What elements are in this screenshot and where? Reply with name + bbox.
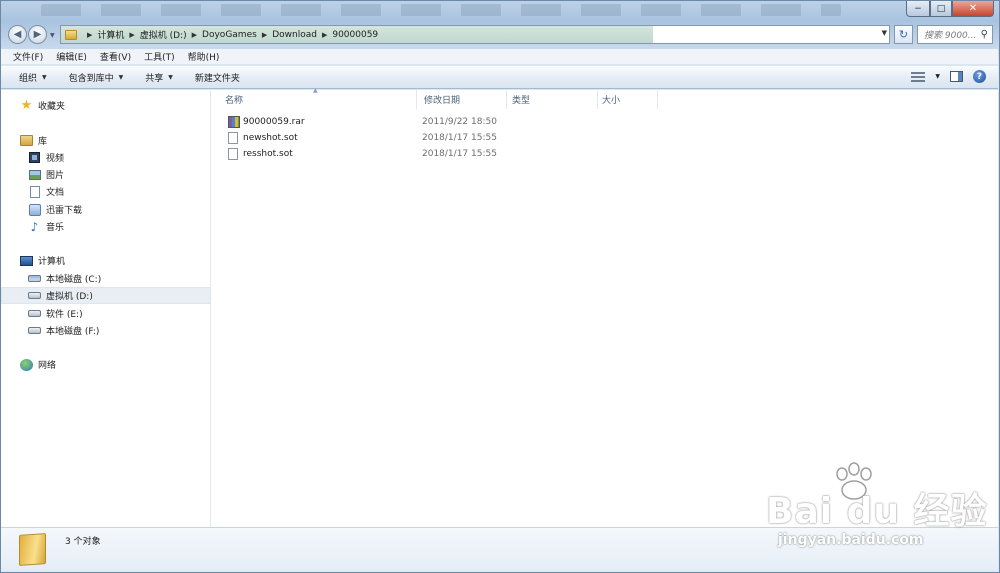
- sort-ascending-icon: ▲: [313, 87, 318, 94]
- command-bar: 组织 ▼ 包含到库中 ▼ 共享 ▼ 新建文件夹 ▼ ?: [1, 66, 998, 89]
- document-icon: [29, 185, 40, 198]
- file-row[interactable]: newshot.sot 2018/1/17 15:55: [213, 130, 585, 146]
- background-blur: [41, 4, 841, 16]
- drive-icon: [28, 292, 41, 299]
- folder-icon: [65, 29, 77, 40]
- rar-archive-icon: [228, 116, 240, 128]
- sidebar-item-music[interactable]: ♪ 音乐: [1, 218, 211, 235]
- menu-file[interactable]: 文件(F): [13, 50, 43, 63]
- chevron-right-icon[interactable]: ▶: [322, 31, 327, 39]
- back-arrow-icon: ◀: [13, 29, 22, 40]
- column-header-modified[interactable]: 修改日期: [417, 90, 507, 109]
- search-input[interactable]: 搜索 9000... ⚲: [917, 25, 993, 44]
- breadcrumb-current-folder[interactable]: 90000059: [332, 30, 378, 40]
- drive-icon: [28, 310, 41, 317]
- file-row[interactable]: 90000059.rar 2011/9/22 18:50: [213, 114, 585, 130]
- folder-icon: [19, 533, 46, 566]
- include-in-library-button[interactable]: 包含到库中 ▼: [69, 71, 124, 84]
- chevron-right-icon[interactable]: ▶: [192, 31, 197, 39]
- menu-view[interactable]: 查看(V): [100, 50, 131, 63]
- sidebar-item-network[interactable]: 网络: [1, 356, 211, 373]
- refresh-button[interactable]: ↻: [894, 25, 913, 44]
- minimize-button[interactable]: −: [906, 1, 930, 17]
- back-button[interactable]: ◀: [8, 25, 27, 44]
- computer-icon: [20, 255, 33, 266]
- sidebar-item-favorites[interactable]: ★ 收藏夹: [1, 97, 211, 114]
- chevron-down-icon: ▼: [118, 73, 124, 81]
- item-count: 3 个对象: [65, 537, 101, 547]
- picture-icon: [28, 169, 41, 180]
- forward-arrow-icon: ▶: [33, 29, 42, 40]
- file-row[interactable]: resshot.sot 2018/1/17 15:55: [213, 146, 585, 162]
- file-date: 2011/9/22 18:50: [422, 117, 497, 127]
- chevron-down-icon: ▼: [42, 73, 47, 81]
- breadcrumb-download[interactable]: Download ▶: [272, 30, 332, 40]
- file-date: 2018/1/17 15:55: [422, 149, 497, 159]
- navigation-pane: ★ 收藏夹 库 视频 图片 文档 迅雷下载 ♪ 音乐 计算机 本地磁盘 (C:) 虚…: [1, 90, 211, 527]
- caption-buttons: − □ ✕: [906, 1, 994, 17]
- address-bar[interactable]: ▶ 计算机 ▶ 虚拟机 (D:) ▶ DoyoGames ▶ Download ▶ 90…: [60, 25, 890, 44]
- sidebar-item-computer[interactable]: 计算机: [1, 252, 211, 269]
- music-note-icon: ♪: [30, 219, 39, 234]
- sidebar-item-libraries[interactable]: 库: [1, 132, 211, 149]
- sidebar-item-drive-c[interactable]: 本地磁盘 (C:): [1, 270, 211, 287]
- menu-help[interactable]: 帮助(H): [188, 50, 220, 63]
- menu-edit[interactable]: 编辑(E): [56, 50, 87, 63]
- breadcrumb-drive-d[interactable]: 虚拟机 (D:) ▶: [140, 28, 202, 42]
- search-icon[interactable]: ⚲: [981, 29, 988, 40]
- preview-pane-icon[interactable]: [950, 71, 963, 82]
- help-icon[interactable]: ?: [973, 70, 986, 83]
- organize-button[interactable]: 组织 ▼: [19, 71, 47, 84]
- view-options-dropdown-icon[interactable]: ▼: [935, 73, 940, 80]
- forward-button[interactable]: ▶: [28, 25, 47, 44]
- system-drive-icon: [28, 275, 41, 282]
- library-icon: [20, 135, 33, 146]
- star-icon: ★: [20, 98, 33, 113]
- address-dropdown-icon[interactable]: ▼: [882, 29, 887, 37]
- column-header-name[interactable]: ▲ 名称: [213, 87, 417, 109]
- chevron-down-icon: ▼: [168, 73, 173, 81]
- breadcrumb-doyogames[interactable]: DoyoGames ▶: [202, 30, 272, 40]
- sidebar-item-drive-e[interactable]: 软件 (E:): [1, 305, 211, 322]
- nav-buttons: ◀ ▶: [8, 25, 47, 44]
- sidebar-item-thunder-downloads[interactable]: 迅雷下载: [1, 201, 211, 218]
- close-button[interactable]: ✕: [952, 1, 994, 17]
- sidebar-item-pictures[interactable]: 图片: [1, 166, 211, 183]
- blank-file-icon: [228, 148, 238, 160]
- sidebar-item-drive-f[interactable]: 本地磁盘 (F:): [1, 322, 211, 339]
- download-folder-icon: [28, 203, 41, 216]
- new-folder-button[interactable]: 新建文件夹: [195, 71, 240, 84]
- blank-file-icon: [228, 132, 238, 144]
- column-headers: ▲ 名称 修改日期 类型 大小: [213, 87, 658, 109]
- file-date: 2018/1/17 15:55: [422, 133, 497, 143]
- menu-tools[interactable]: 工具(T): [144, 50, 175, 63]
- column-header-type[interactable]: 类型: [507, 90, 598, 109]
- chevron-right-icon[interactable]: ▶: [262, 31, 267, 39]
- menu-bar: 文件(F) 编辑(E) 查看(V) 工具(T) 帮助(H): [1, 49, 998, 65]
- chevron-right-icon[interactable]: ▶: [87, 31, 92, 39]
- change-view-icon[interactable]: [911, 71, 926, 82]
- drive-icon: [28, 327, 41, 334]
- chevron-right-icon[interactable]: ▶: [129, 31, 134, 39]
- baidu-watermark-url: jingyan.baidu.com: [778, 532, 924, 548]
- share-button[interactable]: 共享 ▼: [145, 71, 173, 84]
- breadcrumb-computer[interactable]: 计算机 ▶: [97, 28, 139, 42]
- baidu-watermark: Bai du 经验: [766, 491, 988, 532]
- sidebar-item-videos[interactable]: 视频: [1, 149, 211, 166]
- sidebar-item-drive-d[interactable]: 虚拟机 (D:): [1, 287, 211, 304]
- sidebar-item-documents[interactable]: 文档: [1, 183, 211, 200]
- video-icon: [29, 152, 40, 163]
- network-icon: [20, 358, 33, 371]
- recent-pages-dropdown[interactable]: ▼: [50, 32, 55, 39]
- refresh-icon: ↻: [898, 28, 909, 41]
- column-header-size[interactable]: 大小: [598, 90, 658, 109]
- maximize-button[interactable]: □: [930, 1, 952, 17]
